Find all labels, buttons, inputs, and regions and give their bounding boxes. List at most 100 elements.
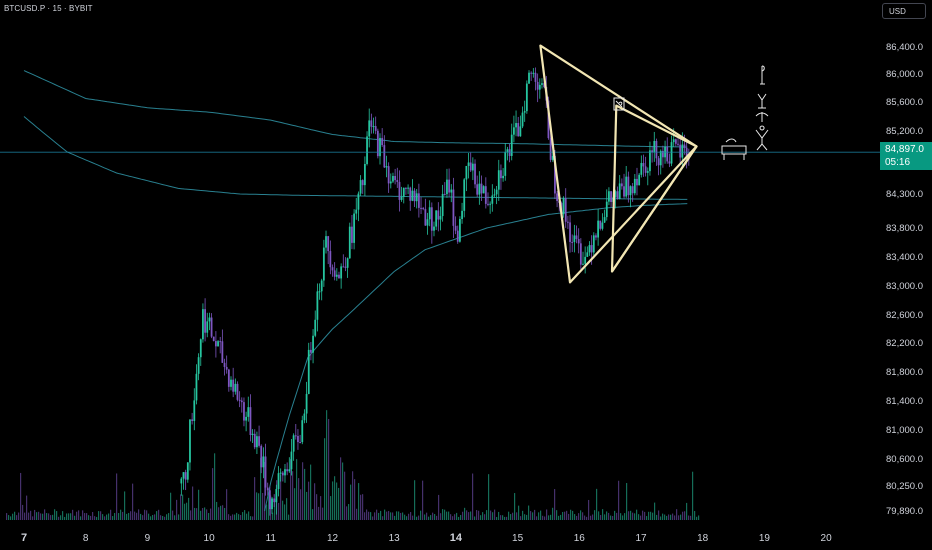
volume-bar xyxy=(178,514,180,520)
volume-bar xyxy=(664,514,666,520)
volume-bar xyxy=(612,515,614,520)
volume-bar xyxy=(618,480,620,520)
candle-body xyxy=(340,266,343,279)
candle-body xyxy=(603,217,606,223)
volume-bar xyxy=(220,505,222,520)
volume-bar xyxy=(558,515,560,520)
candle-body xyxy=(601,222,604,229)
candle-body xyxy=(435,210,438,227)
volume-bar xyxy=(234,514,236,520)
volume-bar xyxy=(222,505,224,520)
currency-button[interactable]: USD xyxy=(882,3,926,19)
time-tick-label: 15 xyxy=(512,533,524,544)
volume-bar xyxy=(132,483,134,520)
volume-bar xyxy=(482,512,484,520)
candle-body xyxy=(191,419,194,421)
candle-body xyxy=(277,473,280,490)
volume-bar xyxy=(212,468,214,520)
candle-body xyxy=(597,220,600,238)
candle-body xyxy=(297,436,299,443)
volume-bar xyxy=(56,511,58,520)
candle-body xyxy=(253,433,256,448)
candle-body xyxy=(251,433,254,435)
candle-body xyxy=(517,123,520,137)
volume-bar xyxy=(380,510,382,520)
volume-bar xyxy=(428,516,430,520)
volume-bar xyxy=(184,503,186,520)
volume-bar xyxy=(456,512,458,520)
volume-bar xyxy=(52,514,54,520)
moving-average-line-2 xyxy=(23,116,688,200)
volume-bar xyxy=(232,514,234,520)
price-chart[interactable]: 86,400.0 86,000.0 85,600.0 85,200.0 84,300.0… xyxy=(0,0,932,550)
volume-bar xyxy=(332,481,334,520)
volume-bar xyxy=(416,516,418,520)
volume-bar xyxy=(390,512,392,520)
candle-body xyxy=(599,220,602,229)
volume-bar xyxy=(252,516,254,520)
volume-bar xyxy=(452,516,454,520)
volume-bar xyxy=(182,494,184,520)
candle-body xyxy=(234,383,237,392)
candle-body xyxy=(217,341,219,347)
volume-bar xyxy=(478,510,480,520)
candle-body xyxy=(385,166,388,168)
chart[interactable]: 86,400.0 86,000.0 85,600.0 85,200.0 84,300.0… xyxy=(0,0,932,550)
candle-body xyxy=(221,341,224,363)
volume-bar xyxy=(228,514,230,520)
volume-bar xyxy=(532,512,534,520)
candle-body xyxy=(305,393,308,414)
volume-bar xyxy=(650,511,652,520)
candle-body xyxy=(426,219,429,226)
time-tick-label: 9 xyxy=(145,533,151,544)
candle-body xyxy=(627,176,630,196)
candle-body xyxy=(530,72,533,74)
candle-body xyxy=(329,251,332,268)
candle-body xyxy=(199,339,202,358)
candle-body xyxy=(515,123,517,128)
volume-bar xyxy=(656,514,658,520)
candle-body xyxy=(286,469,289,472)
volume-bar xyxy=(188,497,190,520)
candle-body xyxy=(469,162,472,171)
volume-bar xyxy=(616,512,618,520)
volume-bar xyxy=(206,509,208,520)
volume-bar xyxy=(142,515,144,520)
volume-bar xyxy=(180,494,182,520)
candle-body xyxy=(446,179,448,195)
candle-body xyxy=(214,341,217,347)
volume-bar xyxy=(490,510,492,520)
volume-bar xyxy=(396,511,398,520)
volume-bar xyxy=(600,515,602,520)
volume-bar xyxy=(328,418,330,520)
candle-body xyxy=(443,193,446,195)
candle-body xyxy=(299,442,302,444)
volume-bar xyxy=(82,510,84,520)
candle-body xyxy=(413,190,416,202)
volume-bar xyxy=(18,512,20,520)
volume-bar xyxy=(242,512,244,520)
candle-body xyxy=(510,134,513,156)
volume-bar xyxy=(418,515,420,520)
volume-bar xyxy=(98,511,100,520)
volume-bar xyxy=(442,509,444,520)
candle-body xyxy=(465,165,468,180)
volume-bar xyxy=(486,510,488,520)
candle-body xyxy=(636,178,638,186)
volume-bar xyxy=(128,512,130,520)
volume-bar xyxy=(278,502,280,520)
candle-body xyxy=(212,336,215,342)
candle-body xyxy=(577,238,580,244)
volume-bar xyxy=(168,513,170,520)
candle-body xyxy=(525,83,528,112)
volume-bar xyxy=(324,438,326,520)
volume-bar xyxy=(682,511,684,520)
candle-body xyxy=(523,111,526,113)
candle-body xyxy=(402,187,405,197)
volume-bar xyxy=(162,515,164,520)
price-tick-label: 83,800.0 xyxy=(886,223,923,234)
volume-bar xyxy=(106,514,108,520)
candle-body xyxy=(268,490,271,510)
volume-bar xyxy=(406,516,408,520)
price-tick-label: 83,400.0 xyxy=(886,252,923,263)
